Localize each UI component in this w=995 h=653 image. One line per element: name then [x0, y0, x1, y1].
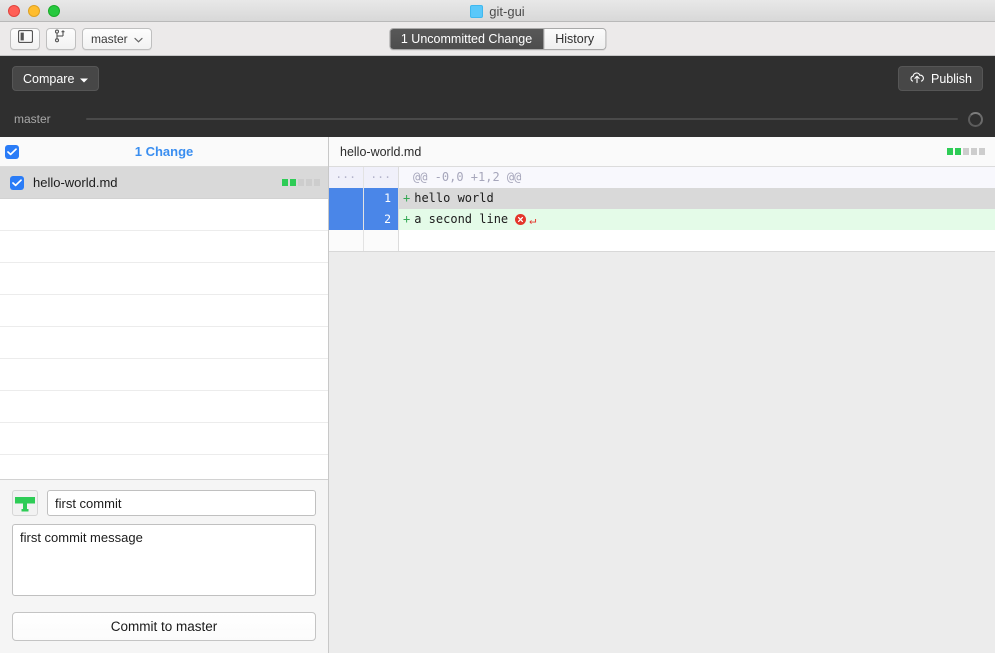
- diff-gutter-new: [364, 230, 399, 251]
- diff-line-blank: [329, 230, 995, 251]
- tab-history[interactable]: History: [543, 29, 605, 49]
- publish-label: Publish: [931, 72, 972, 86]
- commit-button[interactable]: Commit to master: [12, 612, 316, 641]
- empty-row: [0, 359, 328, 391]
- git-gui-window: git-gui: [0, 0, 995, 653]
- diff-pane: hello-world.md ··· ··· @@ -0,0 +1,2 @@ 1…: [329, 137, 995, 653]
- changes-header: 1 Change: [0, 137, 328, 167]
- no-newline-icon: [515, 214, 526, 225]
- commit-description-input[interactable]: [12, 524, 316, 596]
- diff-line-text: @@ -0,0 +1,2 @@: [399, 167, 995, 188]
- empty-row: [0, 263, 328, 295]
- empty-row: [0, 423, 328, 455]
- diff-size-blocks: [947, 148, 985, 155]
- empty-row: [0, 327, 328, 359]
- main-toolbar: master 1 Uncommitted Change History: [0, 22, 995, 56]
- sidebar-toggle-icon: [18, 30, 33, 48]
- diff-empty-area: [329, 252, 995, 653]
- compare-label: Compare: [23, 72, 74, 86]
- identicon-avatar: [12, 490, 38, 516]
- diff-line-hunk[interactable]: ··· ··· @@ -0,0 +1,2 @@: [329, 167, 995, 188]
- chevron-down-icon: [134, 30, 143, 48]
- main-body: 1 Change hello-world.md: [0, 137, 995, 653]
- new-branch-button[interactable]: [46, 28, 76, 50]
- loading-spinner-icon: [968, 112, 983, 127]
- tab-uncommitted-change[interactable]: 1 Uncommitted Change: [390, 29, 543, 49]
- changed-files-list[interactable]: hello-world.md: [0, 167, 328, 479]
- diff-line-text: [399, 230, 995, 251]
- diff-gutter-new: ···: [364, 167, 399, 188]
- compare-button[interactable]: Compare: [12, 66, 99, 91]
- diff-size-blocks: [282, 179, 320, 186]
- sidebar-toggle-button[interactable]: [10, 28, 40, 50]
- branch-selector-label: master: [91, 32, 128, 46]
- file-name-label: hello-world.md: [33, 175, 282, 190]
- empty-row: [0, 199, 328, 231]
- diff-line-content: + a second line ↵: [399, 209, 995, 230]
- title-bar: git-gui: [0, 0, 995, 22]
- diff-line-added[interactable]: 2 + a second line ↵: [329, 209, 995, 230]
- publish-button[interactable]: Publish: [898, 66, 983, 91]
- diff-gutter-new: 1: [364, 188, 399, 209]
- current-branch-label: master: [14, 112, 76, 126]
- diff-gutter-old: [329, 188, 364, 209]
- diff-file-name-label: hello-world.md: [340, 145, 421, 159]
- commit-summary-input[interactable]: [47, 490, 316, 516]
- app-square-icon: [470, 5, 483, 18]
- diff-gutter-old: [329, 209, 364, 230]
- diff-gutter-new: 2: [364, 209, 399, 230]
- action-bar: Compare Publish master: [0, 56, 995, 137]
- diff-line-added[interactable]: 1 + hello world: [329, 188, 995, 209]
- view-segmented-control: 1 Uncommitted Change History: [389, 28, 606, 50]
- action-bar-row: Compare Publish: [0, 56, 995, 101]
- diff-add-marker: +: [403, 209, 410, 230]
- carriage-return-icon: ↵: [529, 214, 536, 226]
- caret-down-icon: [80, 72, 88, 86]
- file-checkbox[interactable]: [10, 176, 24, 190]
- diff-line-content: + hello world: [399, 188, 995, 209]
- commit-summary-row: [12, 490, 316, 516]
- diff-gutter-old: ···: [329, 167, 364, 188]
- diff-gutter-old: [329, 230, 364, 251]
- select-all-checkbox[interactable]: [5, 145, 19, 159]
- empty-row: [0, 231, 328, 263]
- empty-row: [0, 295, 328, 327]
- progress-track: [86, 118, 958, 120]
- window-title: git-gui: [489, 4, 524, 19]
- branch-plus-icon: [54, 29, 68, 48]
- changes-sidebar: 1 Change hello-world.md: [0, 137, 329, 653]
- diff-line-text: a second line: [414, 209, 508, 230]
- line-ending-markers: ↵: [515, 214, 536, 226]
- file-list-item[interactable]: hello-world.md: [0, 167, 328, 199]
- window-title-group: git-gui: [0, 0, 995, 22]
- diff-add-marker: +: [403, 188, 410, 209]
- diff-body[interactable]: ··· ··· @@ -0,0 +1,2 @@ 1 + hello world …: [329, 167, 995, 252]
- commit-pane: Commit to master: [0, 479, 328, 653]
- empty-row: [0, 391, 328, 423]
- branch-selector-button[interactable]: master: [82, 28, 152, 50]
- diff-line-text: hello world: [414, 188, 493, 209]
- cloud-upload-icon: [909, 71, 925, 87]
- diff-header: hello-world.md: [329, 137, 995, 167]
- branch-progress-row: master: [0, 101, 995, 137]
- changes-count-label: 1 Change: [0, 144, 328, 159]
